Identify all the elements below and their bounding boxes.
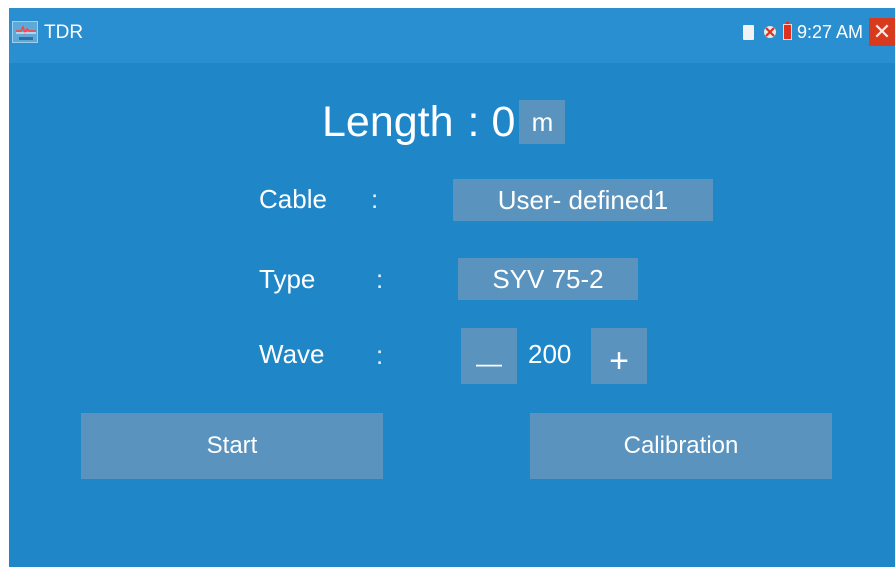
app-title: TDR <box>44 22 84 43</box>
usb-icon <box>763 26 776 38</box>
calibration-button[interactable]: Calibration <box>530 413 832 479</box>
type-colon: : <box>376 264 384 294</box>
length-separator: : <box>467 98 480 146</box>
cable-label: Cable <box>259 184 327 214</box>
start-button[interactable]: Start <box>81 413 383 479</box>
sd-card-icon <box>742 24 754 40</box>
length-label: Length <box>322 98 454 146</box>
wave-decrease-button[interactable]: — <box>461 328 517 384</box>
waveform-icon <box>16 25 36 35</box>
tdr-screen: TDR 9:27 AM ✕ Length : 0 m Cable : User-… <box>9 8 895 567</box>
wave-label: Wave <box>259 339 325 369</box>
wave-colon: : <box>376 340 384 370</box>
wave-value: 200 <box>528 339 572 369</box>
length-readout: Length : 0 m <box>322 94 566 150</box>
length-value: 0 <box>491 98 516 146</box>
close-icon[interactable]: ✕ <box>869 18 895 46</box>
cable-select[interactable]: User- defined1 <box>453 179 713 221</box>
status-clock: 9:27 AM <box>796 22 863 42</box>
length-unit-button[interactable]: m <box>519 100 566 144</box>
wave-increase-button[interactable]: + <box>591 328 647 384</box>
status-icons: 9:27 AM ✕ <box>742 17 895 47</box>
app-icon-base <box>19 37 33 40</box>
type-select[interactable]: SYV 75-2 <box>458 258 638 300</box>
cable-colon: : <box>371 184 379 214</box>
status-bar: TDR 9:27 AM ✕ <box>9 8 895 63</box>
battery-icon <box>782 22 792 40</box>
tdr-app-icon[interactable] <box>12 21 38 43</box>
type-label: Type <box>259 264 316 294</box>
